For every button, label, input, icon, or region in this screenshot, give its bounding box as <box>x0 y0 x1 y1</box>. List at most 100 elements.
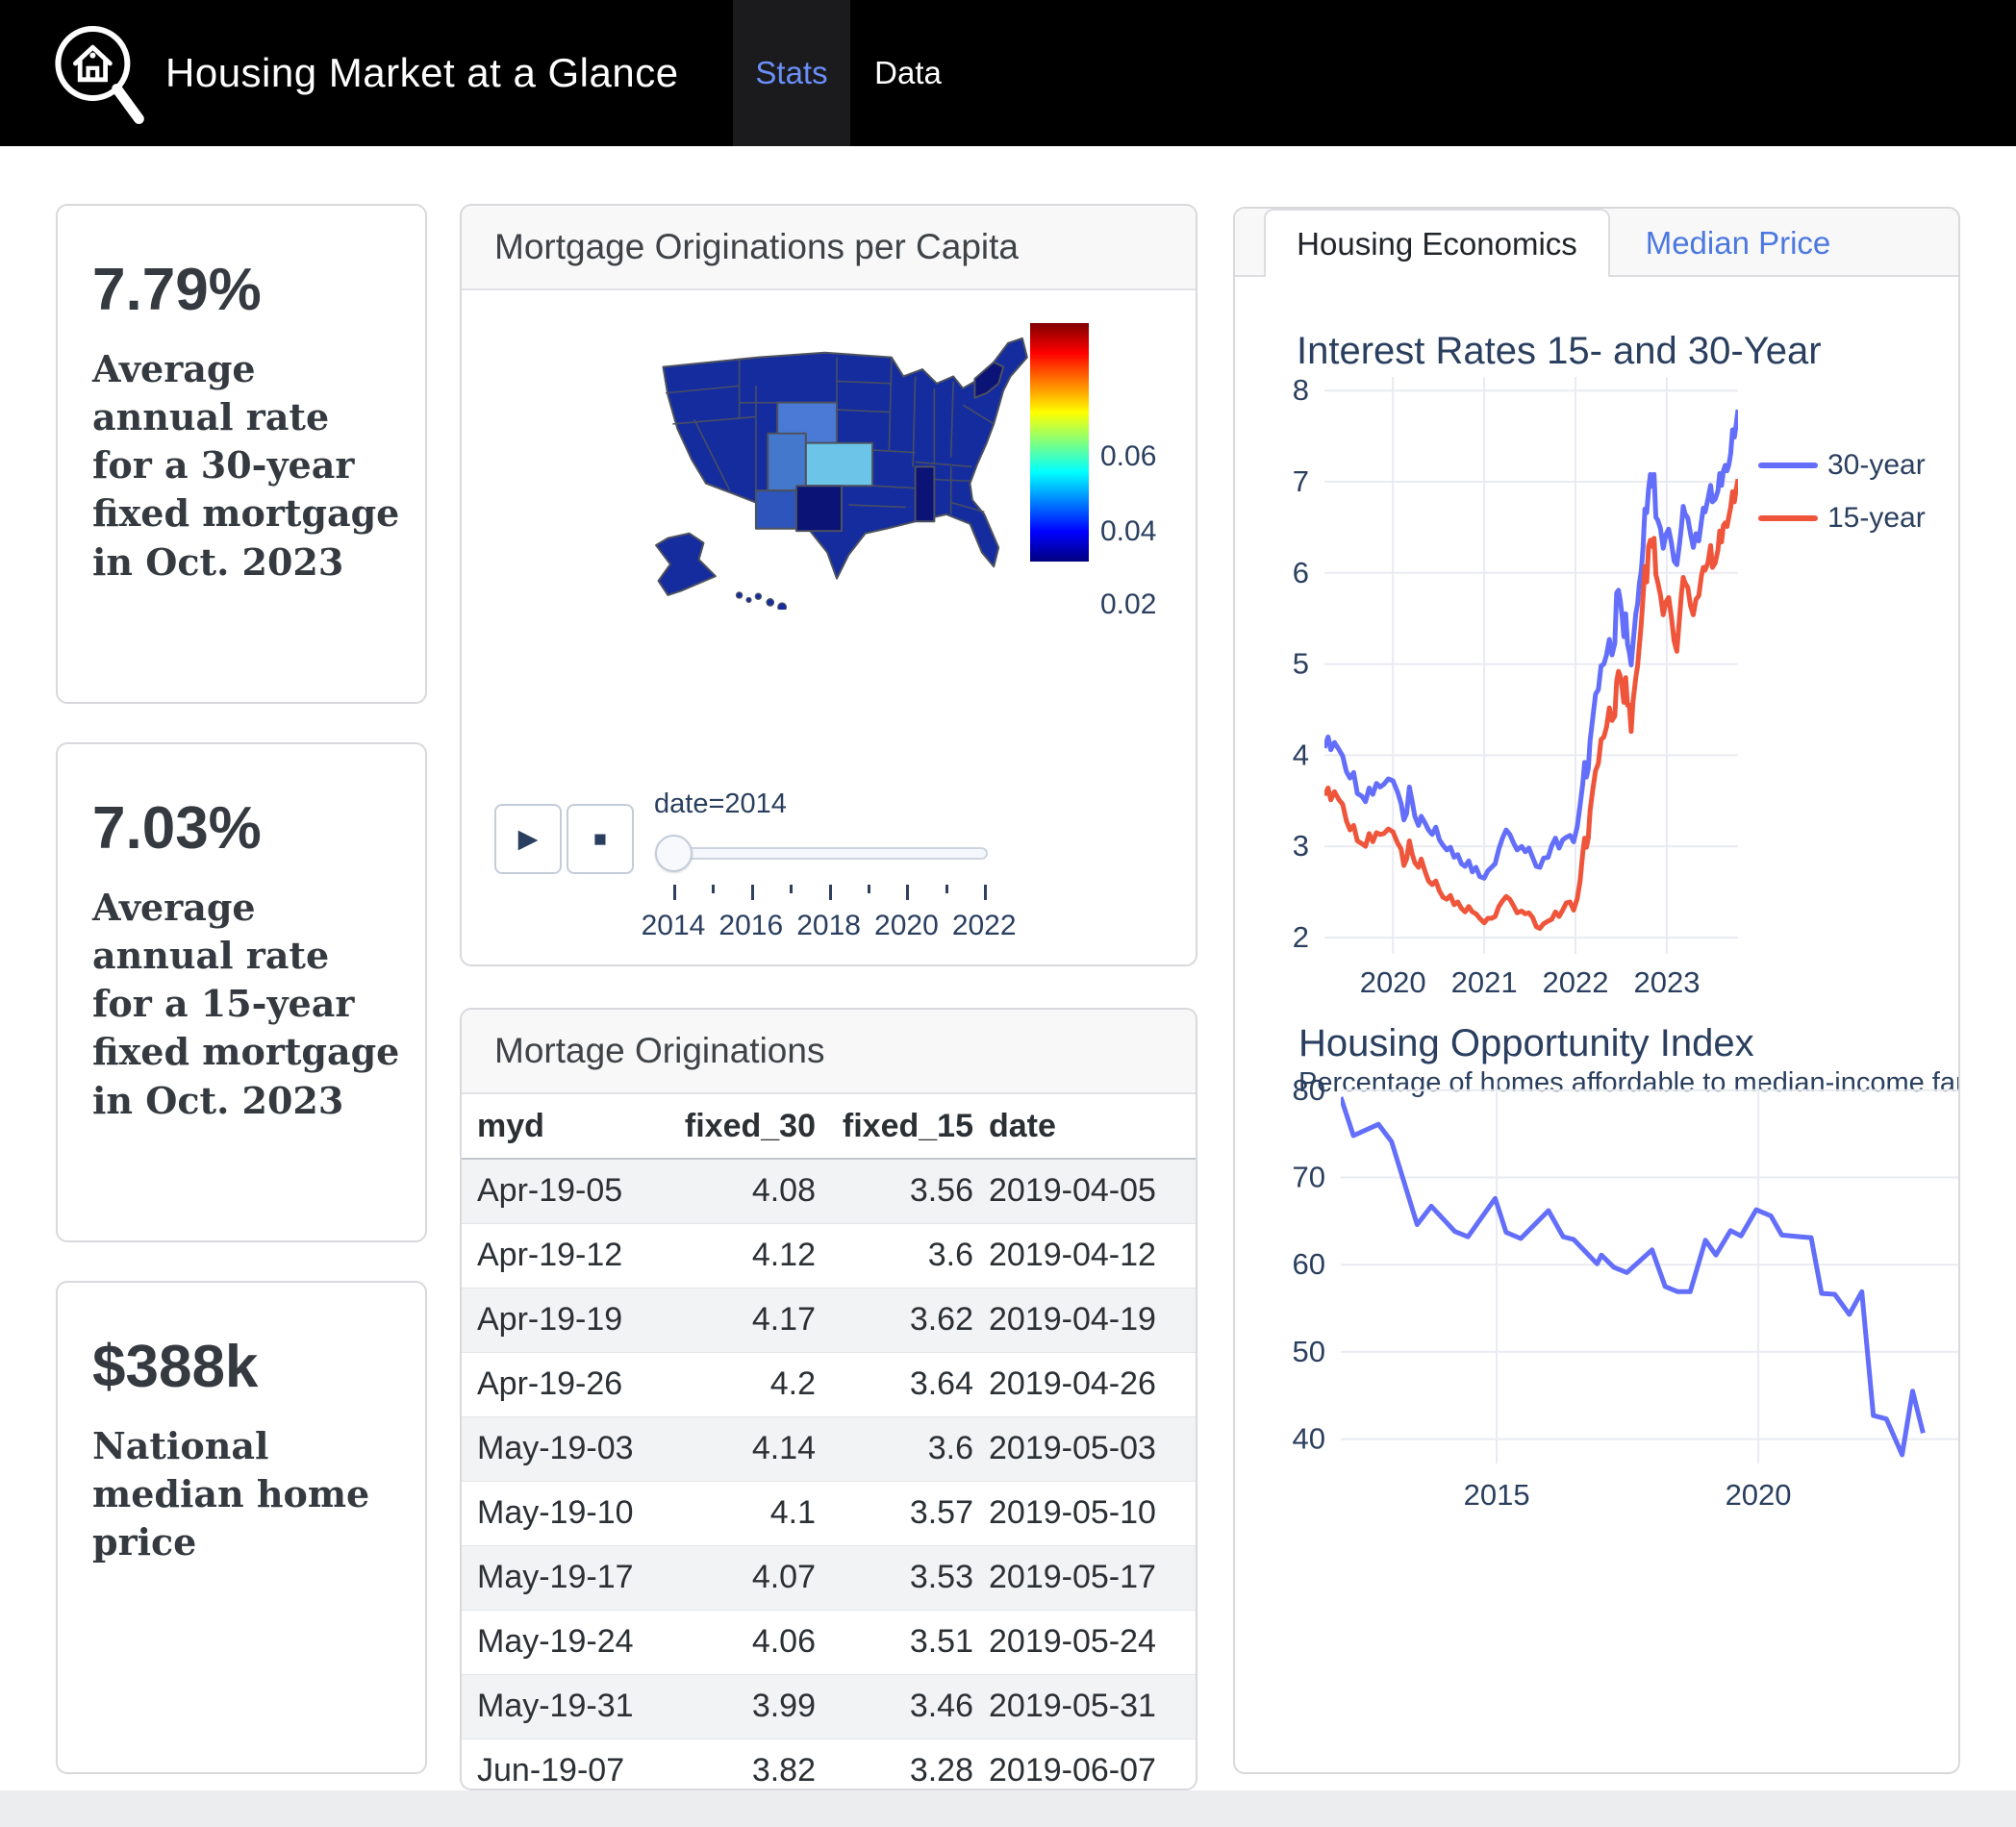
table-cell: 3.51 <box>816 1610 973 1674</box>
table-row[interactable]: Apr-19-264.23.642019-04-26 <box>462 1352 1196 1416</box>
map-card: Mortgage Originations per Capita <box>460 204 1197 966</box>
table-cell: Apr-19-12 <box>462 1223 654 1288</box>
table-cell: 2019-05-17 <box>973 1545 1196 1610</box>
table-cell: 3.46 <box>816 1674 973 1739</box>
y-tick-label: 40 <box>1293 1422 1325 1456</box>
table-row[interactable]: May-19-104.13.572019-05-10 <box>462 1481 1196 1545</box>
stop-icon: ■ <box>593 826 607 852</box>
colorbar-label: 0.06 <box>1100 440 1197 473</box>
table-cell: 2019-04-05 <box>973 1159 1196 1223</box>
table-row[interactable]: May-19-174.073.532019-05-17 <box>462 1545 1196 1610</box>
table-cell: 4.1 <box>654 1481 816 1545</box>
slider-tick-label: 2016 <box>708 910 794 942</box>
legend-item-15-year[interactable]: 15-year <box>1758 502 1926 535</box>
y-tick-label: 5 <box>1293 647 1309 681</box>
hoi-chart-subtitle: Percentage of homes affordable to median… <box>1298 1067 1960 1099</box>
table-column-header: fixed_15 <box>816 1094 973 1159</box>
table-cell: 2019-05-03 <box>973 1416 1196 1481</box>
stop-button[interactable]: ■ <box>567 804 634 874</box>
table-cell: May-19-03 <box>462 1416 654 1481</box>
table-cell: 4.07 <box>654 1545 816 1610</box>
slider-tick <box>945 885 948 893</box>
table-cell: 2019-05-10 <box>973 1481 1196 1545</box>
mortgage-originations-table[interactable]: mydfixed_30fixed_15date Apr-19-054.083.5… <box>462 1094 1196 1790</box>
housing-economics-panel: Housing Economics Median Price Interest … <box>1233 207 1960 1774</box>
table-row[interactable]: Apr-19-194.173.622019-04-19 <box>462 1288 1196 1352</box>
slider-handle[interactable] <box>655 835 693 872</box>
table-row[interactable]: May-19-034.143.62019-05-03 <box>462 1416 1196 1481</box>
stat-value: $388k <box>92 1333 391 1401</box>
y-tick-label: 70 <box>1293 1160 1325 1193</box>
table-cell: 2019-06-07 <box>973 1739 1196 1790</box>
stat-value: 7.03% <box>92 794 391 863</box>
stat-description: Average annual rate for a 30-year fixed … <box>92 345 400 587</box>
series-line-30-year <box>1324 410 1738 878</box>
x-tick-label: 2015 <box>1464 1478 1530 1512</box>
table-cell: 2019-04-19 <box>973 1288 1196 1352</box>
colorbar-label: 0.04 <box>1100 515 1197 548</box>
app-title: Housing Market at a Glance <box>165 0 679 146</box>
table-cell: 3.82 <box>654 1739 816 1790</box>
table-cell: 2019-05-31 <box>973 1674 1196 1739</box>
table-cell: 3.64 <box>816 1352 973 1416</box>
table-header: mydfixed_30fixed_15date <box>462 1094 1196 1159</box>
nav-tab-stats[interactable]: Stats <box>733 0 850 146</box>
table-cell: 4.08 <box>654 1159 816 1223</box>
legend-swatch-15-year <box>1758 515 1818 521</box>
table-cell: 4.06 <box>654 1610 816 1674</box>
map-state-new-mexico <box>796 486 842 531</box>
stat-description: Average annual rate for a 15-year fixed … <box>92 884 400 1125</box>
us-choropleth-map[interactable] <box>616 310 1058 610</box>
x-tick-label: 2022 <box>1543 965 1609 999</box>
housing-dashboard: Housing Market at a Glance Stats Data 7.… <box>0 0 2016 1827</box>
table-row[interactable]: Apr-19-124.123.62019-04-12 <box>462 1223 1196 1288</box>
stat-description: National median home price <box>92 1422 400 1566</box>
play-button[interactable]: ▶ <box>494 804 562 874</box>
y-tick-label: 7 <box>1293 464 1309 498</box>
table-cell: 3.6 <box>816 1223 973 1288</box>
table-cell: 3.57 <box>816 1481 973 1545</box>
map-state-colorado <box>806 443 872 487</box>
hoi-chart-title: Housing Opportunity Index <box>1298 1022 1754 1065</box>
y-tick-label: 2 <box>1293 920 1309 954</box>
interest-rates-chart: 20202021202220232345678 <box>1235 209 1960 1774</box>
table-cell: Jun-19-07 <box>462 1739 654 1790</box>
play-icon: ▶ <box>518 824 539 854</box>
table-cell: Apr-19-05 <box>462 1159 654 1223</box>
table-row[interactable]: Apr-19-054.083.562019-04-05 <box>462 1159 1196 1223</box>
colorbar-label: 0.02 <box>1100 588 1197 621</box>
table-cell: 3.6 <box>816 1416 973 1481</box>
table-cell: May-19-31 <box>462 1674 654 1739</box>
table-cell: 3.28 <box>816 1739 973 1790</box>
table-cell: 4.2 <box>654 1352 816 1416</box>
map-state-utah <box>768 434 806 490</box>
table-cell: Apr-19-19 <box>462 1288 654 1352</box>
table-row[interactable]: May-19-313.993.462019-05-31 <box>462 1674 1196 1739</box>
y-tick-label: 3 <box>1293 829 1309 863</box>
legend-item-30-year[interactable]: 30-year <box>1758 449 1926 482</box>
slider-current-value: date=2014 <box>654 788 787 820</box>
x-tick-label: 2023 <box>1633 965 1700 999</box>
map-card-title: Mortgage Originations per Capita <box>462 206 1196 290</box>
y-tick-label: 50 <box>1293 1335 1325 1368</box>
window-bottom-strip <box>0 1790 2016 1827</box>
table-cell: 4.12 <box>654 1223 816 1288</box>
slider-tick-label: 2020 <box>863 910 949 942</box>
y-tick-label: 6 <box>1293 556 1309 589</box>
slider-tick <box>751 885 754 900</box>
table-cell: 2019-05-24 <box>973 1610 1196 1674</box>
stat-card-30yr-rate: 7.79% Average annual rate for a 30-year … <box>56 204 427 704</box>
map-state-arizona <box>756 490 796 529</box>
slider-tick <box>868 885 870 893</box>
stat-value: 7.79% <box>92 256 391 324</box>
tab-median-price[interactable]: Median Price <box>1618 209 1858 277</box>
slider-tick <box>906 885 909 900</box>
slider-track[interactable] <box>671 847 988 860</box>
table-row[interactable]: Jun-19-073.823.282019-06-07 <box>462 1739 1196 1790</box>
tab-housing-economics[interactable]: Housing Economics <box>1264 209 1610 277</box>
house-magnifier-logo-icon <box>44 17 160 133</box>
table-row[interactable]: May-19-244.063.512019-05-24 <box>462 1610 1196 1674</box>
table-cell: 3.99 <box>654 1674 816 1739</box>
nav-tab-data[interactable]: Data <box>850 0 966 146</box>
map-state-mississippi <box>916 466 935 521</box>
